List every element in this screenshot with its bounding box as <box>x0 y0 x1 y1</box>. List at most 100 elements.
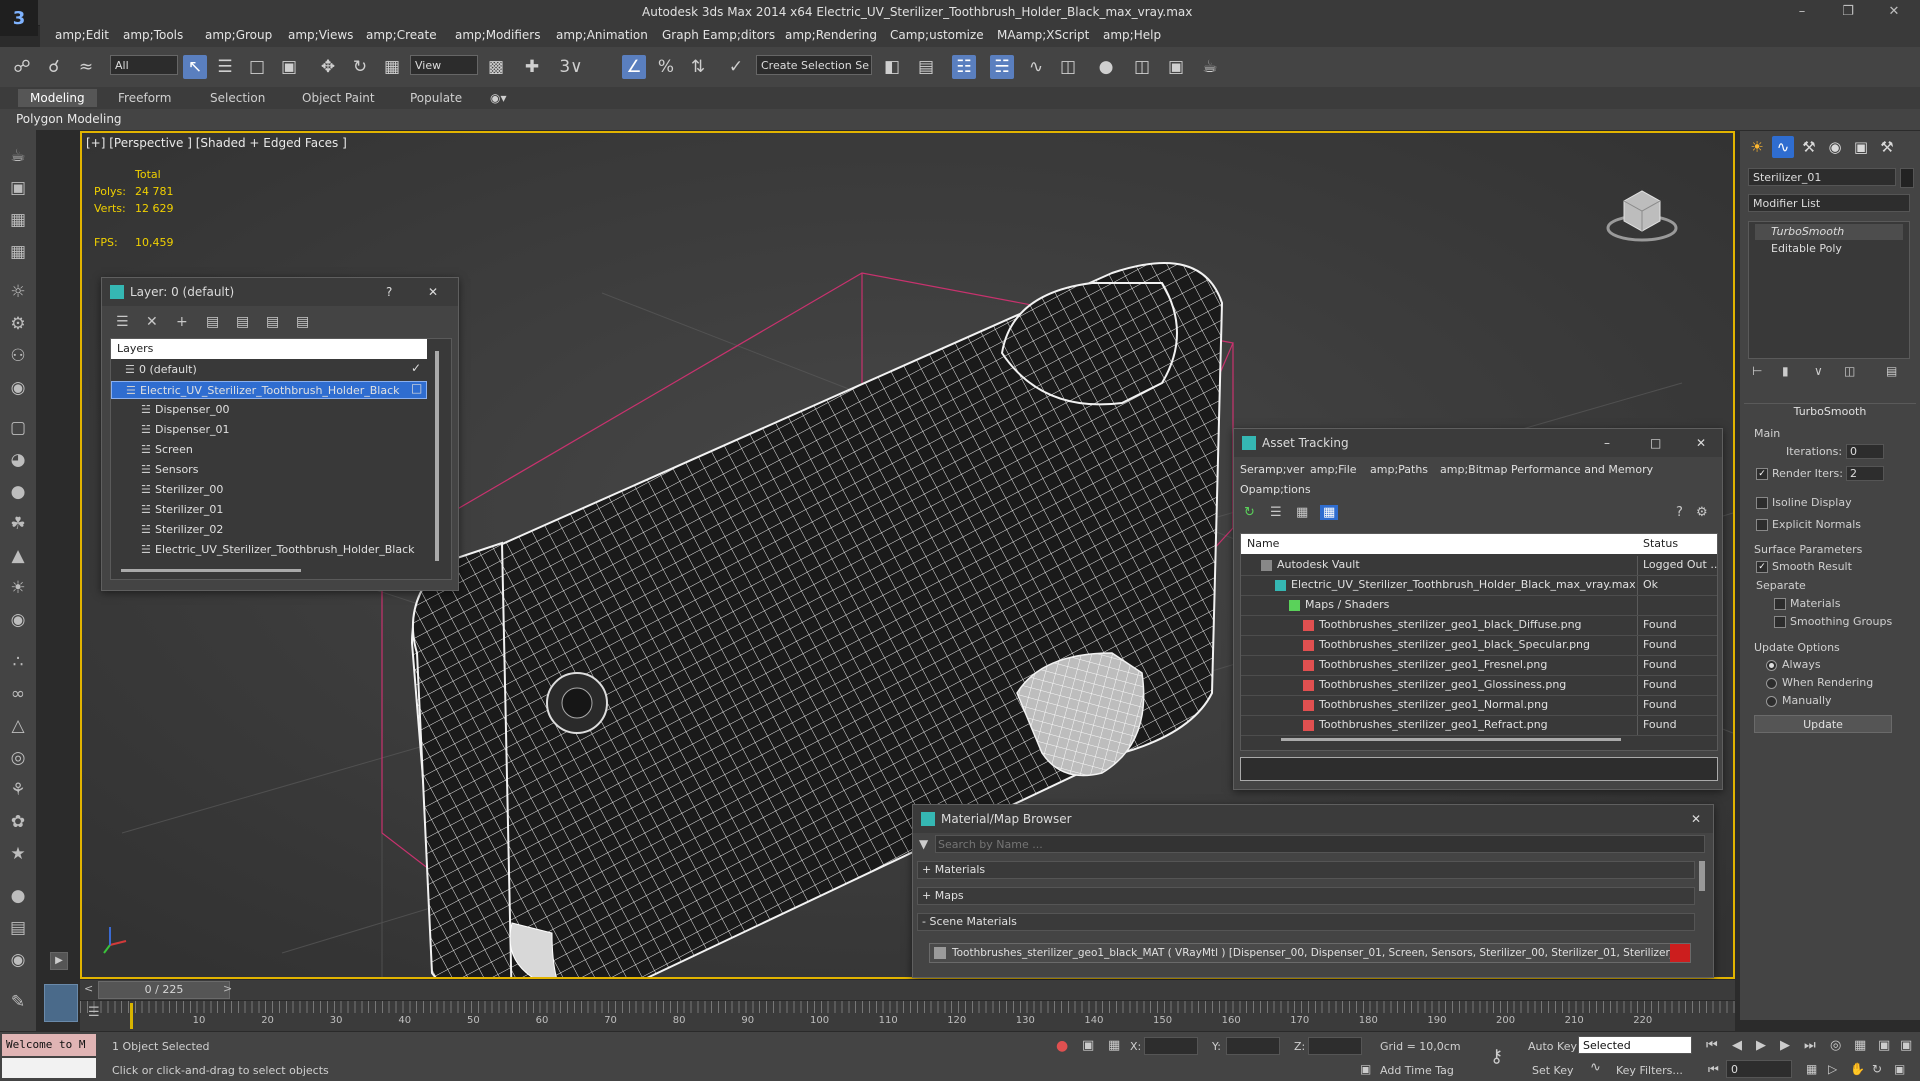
menu-bitmap-performance[interactable]: amp;Bitmap Performance and Memory <box>1440 461 1653 479</box>
track-bar-menu-icon[interactable]: ☰ <box>88 1005 100 1020</box>
menu-views[interactable]: amp;Views <box>288 28 353 42</box>
angle-snap-icon[interactable]: ∠ <box>622 55 646 79</box>
named-selection-set-dropdown[interactable]: Create Selection Se <box>756 55 872 75</box>
layer-hscrollbar[interactable] <box>121 569 301 572</box>
layers-column-header[interactable]: Layers <box>111 339 427 359</box>
render-production-icon[interactable]: ☕ <box>1198 55 1222 79</box>
iterations-spinner[interactable]: 0 <box>1846 444 1884 459</box>
tree-icon[interactable]: ☘ <box>6 512 30 536</box>
scale-icon[interactable]: ▦ <box>380 55 404 79</box>
reference-coord-dropdown[interactable]: View <box>410 55 478 75</box>
time-next-icon[interactable]: > <box>223 982 232 995</box>
stack-item-turbosmooth[interactable]: TurboSmooth <box>1755 224 1903 240</box>
time-tag-icon[interactable]: ▣ <box>1360 1062 1371 1076</box>
pivot-center-icon[interactable]: ▩ <box>484 55 508 79</box>
sphere-shaded-icon[interactable]: ◉ <box>6 608 30 632</box>
render-iters-checkbox[interactable]: ✓ <box>1756 468 1768 480</box>
tab-populate[interactable]: Populate <box>410 91 462 105</box>
stack-item-editable-poly[interactable]: Editable Poly <box>1755 241 1903 257</box>
delete-layer-icon[interactable]: ✕ <box>146 314 158 330</box>
asset-row[interactable]: Toothbrushes_sterilizer_geo1_Normal.png F… <box>1241 696 1717 716</box>
layer-explorer-icon[interactable]: ☵ <box>990 55 1014 79</box>
sun-icon[interactable]: ☀ <box>6 576 30 600</box>
next-frame-icon[interactable]: ▶ <box>1780 1038 1790 1053</box>
asset-row[interactable]: Toothbrushes_sterilizer_geo1_black_Diffu… <box>1241 616 1717 636</box>
curve-editor-icon[interactable]: ∿ <box>1024 55 1048 79</box>
column-name[interactable]: Name <box>1247 534 1279 554</box>
add-time-tag[interactable]: Add Time Tag <box>1380 1064 1454 1077</box>
scene-explorer-icon[interactable]: ☷ <box>952 55 976 79</box>
window-crossing-icon[interactable]: ▣ <box>277 55 301 79</box>
mirror-icon[interactable]: ◧ <box>880 55 904 79</box>
help-icon[interactable]: ? <box>1676 505 1683 520</box>
time-slider[interactable]: < 0 / 225 > <box>80 980 1735 1000</box>
track-bar[interactable]: 10 20 30 40 50 60 70 80 90 100 110 120 130 140 150 160 1… <box>80 1000 1735 1031</box>
cloth-icon[interactable]: ★ <box>6 842 30 866</box>
help-icon[interactable]: ? <box>386 278 392 306</box>
app-logo-icon[interactable]: 3 <box>0 0 38 36</box>
options-icon[interactable]: ⚙ <box>1696 505 1708 520</box>
play-icon[interactable]: ▶ <box>1756 1038 1766 1053</box>
isoline-display-checkbox[interactable] <box>1756 497 1768 509</box>
manually-radio[interactable] <box>1766 696 1777 707</box>
motion-tab-icon[interactable]: ◉ <box>1824 136 1846 158</box>
cone-icon[interactable]: ▲ <box>6 544 30 568</box>
create-tab-icon[interactable]: ☀ <box>1746 136 1768 158</box>
new-layer-icon[interactable]: + <box>176 314 188 330</box>
column-status[interactable]: Status <box>1643 534 1678 554</box>
object-color-swatch[interactable] <box>1900 168 1914 188</box>
asset-path-field[interactable] <box>1240 757 1718 781</box>
x-coordinate-field[interactable] <box>1144 1037 1198 1055</box>
chart-icon[interactable]: ▤ <box>6 916 30 940</box>
calculator-icon[interactable]: ▦ <box>6 208 30 232</box>
rotate-icon[interactable]: ↻ <box>348 55 372 79</box>
zoom-extents-icon[interactable]: ▣ <box>1878 1038 1890 1053</box>
percent-snap-icon[interactable]: % <box>654 55 678 79</box>
schematic-view-icon[interactable]: ◫ <box>1056 55 1080 79</box>
materials-checkbox[interactable] <box>1774 598 1786 610</box>
display-tab-icon[interactable]: ▣ <box>1850 136 1872 158</box>
pan-icon[interactable]: ✋ <box>1850 1062 1865 1076</box>
menu-edit[interactable]: amp;Edit <box>55 28 109 42</box>
align-icon[interactable]: ▤ <box>914 55 938 79</box>
menu-paths[interactable]: amp;Paths <box>1370 461 1428 479</box>
select-in-layer-icon[interactable]: ▤ <box>206 314 219 330</box>
make-unique-icon[interactable]: ∨ <box>1814 364 1823 378</box>
always-radio[interactable] <box>1766 660 1777 671</box>
spinner-snap-icon[interactable]: ⇅ <box>686 55 710 79</box>
current-layer-check-icon[interactable]: ✓ <box>411 361 421 375</box>
table-view-icon[interactable]: ▦ <box>1320 505 1339 520</box>
select-by-name-icon[interactable]: ☰ <box>213 55 237 79</box>
render-setup-icon[interactable]: ◫ <box>1130 55 1154 79</box>
layer-scrollbar[interactable] <box>435 351 439 561</box>
close-icon[interactable]: ✕ <box>1691 805 1701 833</box>
refresh-icon[interactable]: ↻ <box>1244 505 1255 520</box>
menu-create[interactable]: amp;Create <box>366 28 437 42</box>
asset-row[interactable]: Toothbrushes_sterilizer_geo1_Refract.png… <box>1241 716 1717 736</box>
material-search-input[interactable] <box>935 835 1705 853</box>
render-icon[interactable]: ▣ <box>6 176 30 200</box>
highlight-layer-icon[interactable]: ▤ <box>236 314 249 330</box>
isolate-selection-icon[interactable]: ● <box>1056 1038 1068 1054</box>
reactor-icon[interactable]: ⚙ <box>6 312 30 336</box>
light-icon[interactable]: ☼ <box>6 280 30 304</box>
layer-row[interactable]: ☱ Sensors <box>111 461 427 479</box>
menu-graph-editors[interactable]: Graph Eamp;ditors <box>662 28 775 42</box>
maps-section[interactable]: + Maps <box>917 887 1695 905</box>
time-slider-thumb[interactable]: 0 / 225 <box>98 981 230 999</box>
hemisphere-icon[interactable]: ◕ <box>6 448 30 472</box>
sphere-blue-icon[interactable]: ◉ <box>6 948 30 972</box>
close-icon[interactable]: ✕ <box>1882 3 1906 21</box>
scene-materials-section[interactable]: - Scene Materials <box>917 913 1695 931</box>
orbit-icon[interactable]: ↻ <box>1872 1062 1882 1076</box>
field-of-view-icon[interactable]: ▷ <box>1828 1062 1837 1076</box>
hide-all-icon[interactable]: ▤ <box>266 314 279 330</box>
selection-filter-dropdown[interactable]: All <box>110 55 178 75</box>
snaps-toggle-icon[interactable]: 3∨ <box>556 55 586 79</box>
menu-animation[interactable]: amp;Animation <box>556 28 648 42</box>
bind-spacewarp-icon[interactable]: ≈ <box>74 55 98 79</box>
selection-lock-icon[interactable]: ▣ <box>1082 1038 1094 1053</box>
freeze-all-icon[interactable]: ▤ <box>296 314 309 330</box>
key-mode-dropdown[interactable]: Selected <box>1578 1036 1692 1054</box>
asset-tracking-header[interactable]: Asset Tracking – □ ✕ <box>1234 429 1722 457</box>
